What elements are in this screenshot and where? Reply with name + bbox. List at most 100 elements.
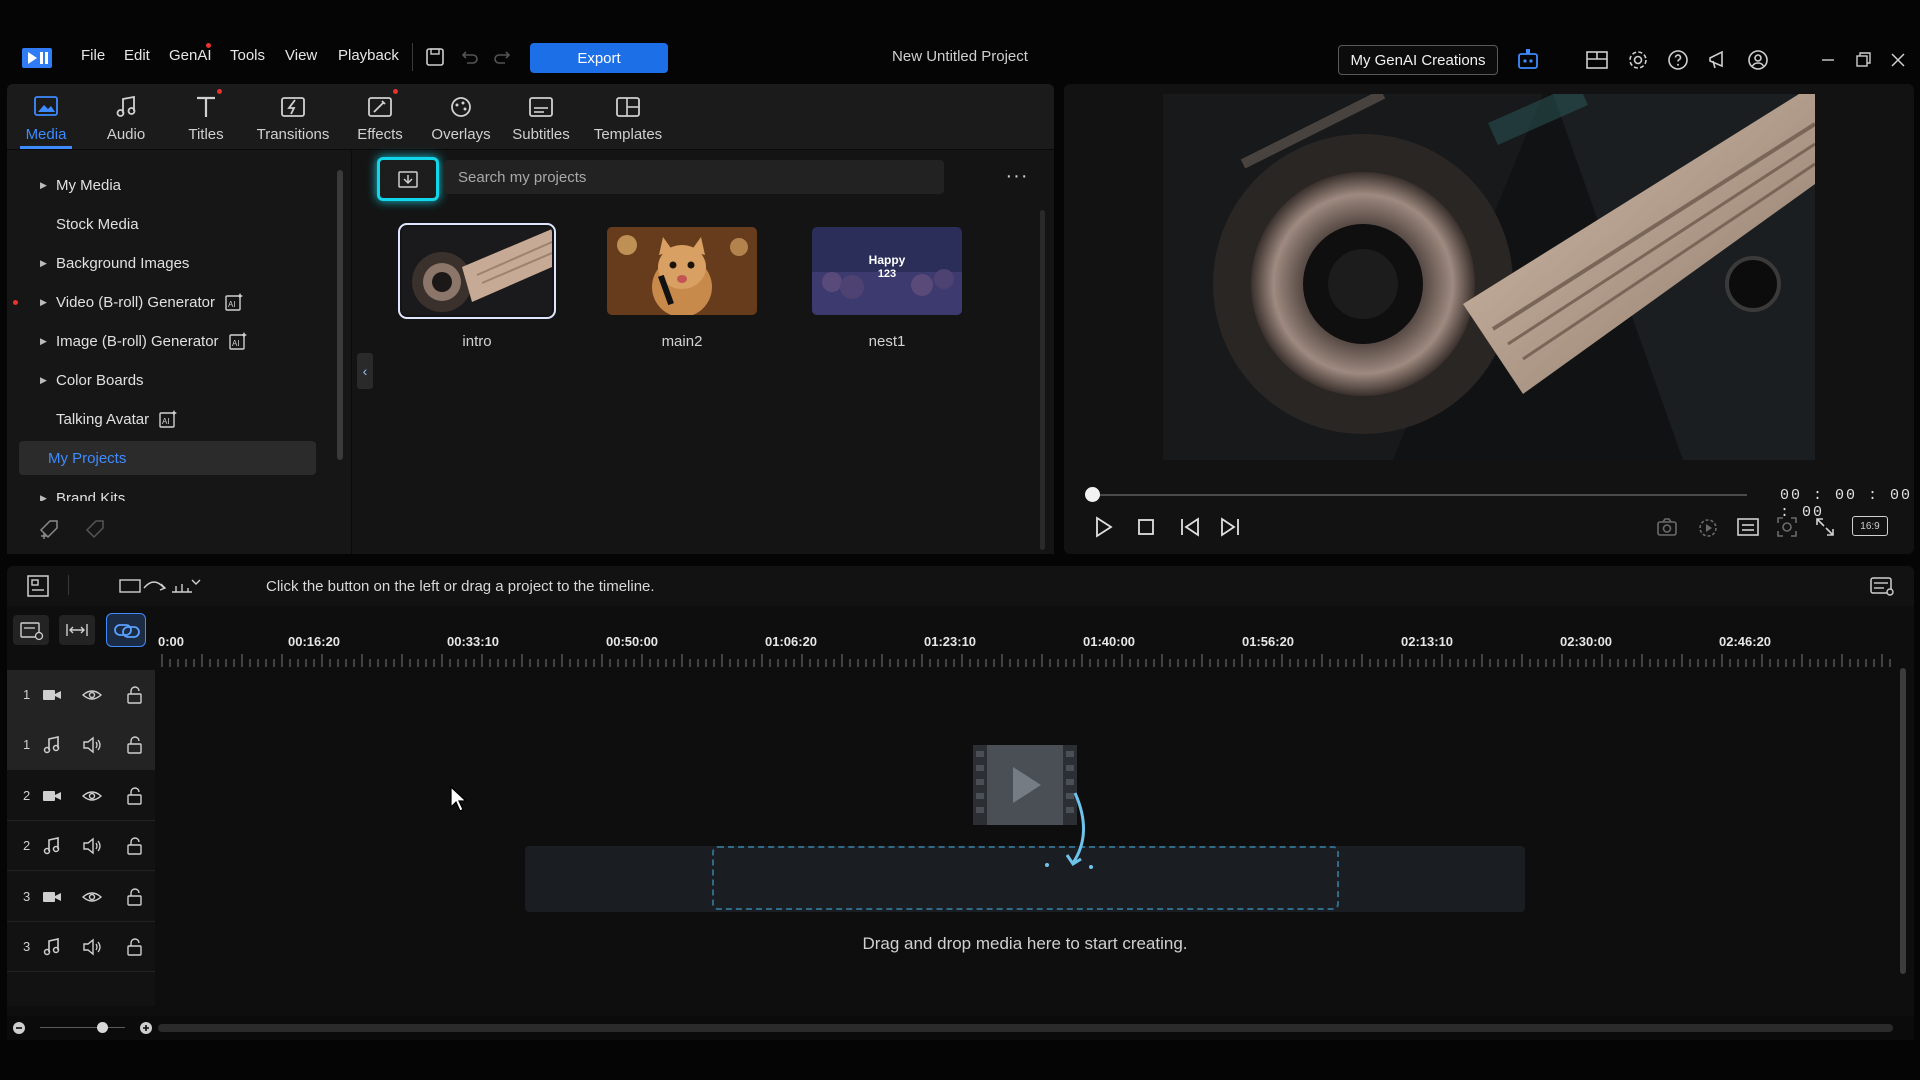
menu-genai[interactable]: GenAI xyxy=(169,47,212,64)
menu-playback[interactable]: Playback xyxy=(338,47,399,64)
sidebar-clip: ▶ Brand Kits xyxy=(7,481,337,502)
timeline-vertical-scrollbar[interactable] xyxy=(1900,668,1906,974)
aspect-ratio-button[interactable]: 16:9 xyxy=(1852,516,1888,536)
tab-subtitles[interactable]: Subtitles xyxy=(510,84,572,150)
expand-arrow-icon[interactable]: ▶ xyxy=(40,493,50,502)
zoom-slider-handle[interactable] xyxy=(97,1022,108,1033)
eye-visibility-icon[interactable] xyxy=(81,684,103,706)
eye-visibility-icon[interactable] xyxy=(81,785,103,807)
sidebar-item-talking-avatar[interactable]: Talking Avatar AI xyxy=(7,402,317,436)
close-icon[interactable] xyxy=(1886,48,1910,72)
minimize-icon[interactable] xyxy=(1816,48,1840,72)
my-genai-creations-button[interactable]: My GenAI Creations xyxy=(1338,45,1498,75)
sidebar-item-brand-kits[interactable]: ▶ Brand Kits xyxy=(7,481,317,502)
zoom-fit-icon[interactable] xyxy=(1775,515,1799,539)
sidebar-item-video-broll-generator[interactable]: ▶ Video (B-roll) Generator AI xyxy=(7,285,317,319)
account-icon[interactable] xyxy=(1746,48,1770,72)
sidebar-scrollbar[interactable] xyxy=(337,170,343,460)
sidebar-item-stock-media[interactable]: Stock Media xyxy=(7,207,317,241)
layout-icon[interactable] xyxy=(1585,48,1609,72)
add-tag-icon[interactable] xyxy=(37,516,63,542)
project-thumb-intro[interactable] xyxy=(398,223,556,319)
restore-icon[interactable] xyxy=(1851,48,1875,72)
collapse-sidebar-button[interactable]: ‹ xyxy=(357,353,373,389)
lock-track-icon[interactable] xyxy=(124,734,146,756)
menu-tools[interactable]: Tools xyxy=(230,47,265,64)
lock-track-icon[interactable] xyxy=(124,835,146,857)
fullscreen-icon[interactable] xyxy=(1813,515,1837,539)
speaker-mute-icon[interactable] xyxy=(81,734,103,756)
sidebar-item-my-projects[interactable]: My Projects xyxy=(19,441,316,475)
settings-gear-icon[interactable] xyxy=(1626,48,1650,72)
project-thumb-nest1[interactable]: Happy 123 xyxy=(812,227,962,315)
trim-tools-icon[interactable] xyxy=(118,574,204,598)
tab-audio[interactable]: Audio xyxy=(100,84,152,150)
project-thumb-main2[interactable] xyxy=(607,227,757,315)
speaker-mute-icon[interactable] xyxy=(81,835,103,857)
search-projects-input[interactable]: Search my projects xyxy=(444,160,944,194)
subtitle-toggle-icon[interactable] xyxy=(1736,515,1760,539)
zoom-slider-track[interactable] xyxy=(40,1027,125,1028)
snapshot-camera-icon[interactable] xyxy=(1655,515,1679,539)
stop-icon[interactable] xyxy=(1134,515,1158,539)
play-icon[interactable] xyxy=(1091,515,1115,539)
timeline-settings-icon[interactable] xyxy=(1869,574,1895,598)
remove-tag-icon[interactable] xyxy=(83,516,109,542)
zoom-in-icon[interactable] xyxy=(139,1021,153,1035)
eye-visibility-icon[interactable] xyxy=(81,886,103,908)
tab-media[interactable]: Media xyxy=(20,84,72,150)
timeline-ruler[interactable] xyxy=(160,652,1892,668)
previous-frame-icon[interactable] xyxy=(1177,515,1201,539)
preview-quality-icon[interactable] xyxy=(1696,515,1720,539)
save-icon[interactable] xyxy=(424,46,446,68)
track-manager-button[interactable] xyxy=(13,615,49,645)
track-header-video-3[interactable]: 3 xyxy=(7,872,155,922)
redo-icon[interactable] xyxy=(492,46,514,68)
preview-scrub-handle[interactable] xyxy=(1085,487,1100,502)
lock-track-icon[interactable] xyxy=(124,886,146,908)
help-icon[interactable] xyxy=(1666,48,1690,72)
menu-view[interactable]: View xyxy=(285,47,317,64)
lock-track-icon[interactable] xyxy=(124,936,146,958)
track-header-audio-1[interactable]: 1 xyxy=(7,720,155,770)
more-options-button[interactable]: ··· xyxy=(1000,165,1034,189)
track-header-video-1[interactable]: 1 xyxy=(7,670,155,720)
timeline-horizontal-scrollbar[interactable] xyxy=(158,1024,1893,1032)
import-project-button[interactable] xyxy=(377,157,439,201)
sidebar-item-color-boards[interactable]: ▶ Color Boards xyxy=(7,363,317,397)
track-header-audio-3[interactable]: 3 xyxy=(7,922,155,972)
lock-track-icon[interactable] xyxy=(124,684,146,706)
expand-arrow-icon[interactable]: ▶ xyxy=(40,258,50,269)
expand-arrow-icon[interactable]: ▶ xyxy=(40,297,50,308)
timeline-view-icon[interactable] xyxy=(26,574,50,598)
preview-scrub-track[interactable] xyxy=(1092,494,1747,496)
sidebar-item-image-broll-generator[interactable]: ▶ Image (B-roll) Generator AI xyxy=(7,324,317,358)
tab-transitions[interactable]: Transitions xyxy=(254,84,332,150)
track-header-audio-2[interactable]: 2 xyxy=(7,821,155,871)
zoom-out-icon[interactable] xyxy=(12,1021,26,1035)
tab-templates[interactable]: Templates xyxy=(590,84,666,150)
tab-overlays[interactable]: Overlays xyxy=(430,84,492,150)
export-button[interactable]: Export xyxy=(530,43,668,73)
speaker-mute-icon[interactable] xyxy=(81,936,103,958)
notifications-megaphone-icon[interactable] xyxy=(1706,48,1730,72)
undo-icon[interactable] xyxy=(458,46,480,68)
expand-arrow-icon[interactable]: ▶ xyxy=(40,375,50,386)
track-header-video-2[interactable]: 2 xyxy=(7,771,155,821)
tab-titles[interactable]: Titles xyxy=(180,84,232,150)
expand-arrow-icon[interactable]: ▶ xyxy=(40,180,50,191)
next-frame-icon[interactable] xyxy=(1219,515,1243,539)
fit-timeline-button[interactable] xyxy=(59,615,95,645)
menu-edit[interactable]: Edit xyxy=(124,47,150,64)
tab-effects[interactable]: Effects xyxy=(352,84,408,150)
lock-track-icon[interactable] xyxy=(124,785,146,807)
ai-assistant-icon[interactable] xyxy=(1516,47,1540,71)
menu-file[interactable]: File xyxy=(81,47,105,64)
expand-arrow-icon[interactable]: ▶ xyxy=(40,336,50,347)
magnetic-snap-button[interactable] xyxy=(106,613,146,647)
sidebar-item-background-images[interactable]: ▶ Background Images xyxy=(7,246,317,280)
library-scrollbar[interactable] xyxy=(1040,210,1045,550)
genai-notification-dot xyxy=(206,43,211,48)
sidebar-item-my-media[interactable]: ▶ My Media xyxy=(7,168,317,202)
music-note-icon xyxy=(41,835,63,857)
